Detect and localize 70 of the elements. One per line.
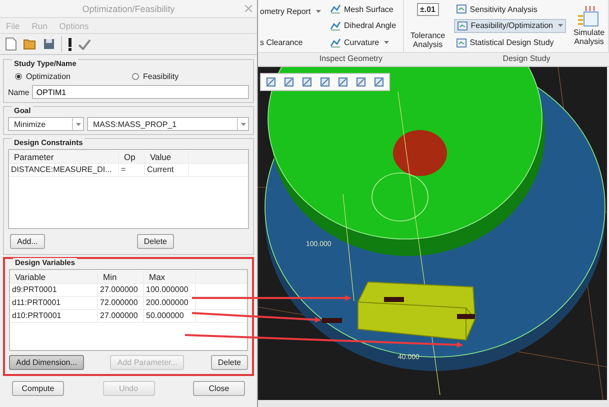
ribbon-item[interactable]: Dihedral Angle [328,18,398,33]
analysis-icon [456,4,467,14]
ribbon-item[interactable]: Statistical Design Study [454,36,566,50]
table-cell: d9:PRT0001 [10,284,98,296]
table-cell: d10:PRT0001 [10,310,98,322]
exclamation-icon[interactable] [68,38,72,50]
ribbon-item[interactable]: ometry Report [258,4,328,18]
analysis-icon [330,20,341,31]
caret-icon [76,122,80,126]
table-cell: 200.000000 [144,297,196,309]
column-header: Op [119,150,145,162]
caret-icon [240,122,246,126]
table-cell: 100.000000 [144,284,196,296]
analysis-icon [456,38,467,48]
simulate-analysis-button[interactable]: Simulate Analysis [570,0,608,52]
name-field[interactable]: OPTIM1 [32,85,249,99]
table-cell: Current [145,164,189,176]
dimension-tag [322,318,342,323]
add-dimension-button[interactable]: Add Dimension... [9,355,84,370]
caret-icon [384,41,390,44]
table-cell: 50.000000 [144,310,196,322]
analysis-icon [330,38,341,48]
open-folder-icon[interactable] [23,38,37,50]
view-tool-icon[interactable] [355,76,367,88]
tolerance-analysis-button[interactable]: ±.01 Tolerance Analysis [406,0,450,52]
target-dropdown[interactable]: MASS:MASS_PROP_1 [87,117,249,131]
save-icon[interactable] [43,38,55,50]
view-tool-icon[interactable] [301,76,313,88]
circle-outline [372,172,428,222]
column-header: Max [144,270,196,282]
ribbon-item[interactable]: Curvature [328,36,398,50]
view-tool-icon[interactable] [283,76,295,88]
goal-dropdown[interactable]: Minimize [8,117,84,131]
ribbon-group-label: Design Study [502,53,552,65]
ribbon-item[interactable]: Feasibility/Optimization [454,18,566,33]
radio-option[interactable]: Feasibility [132,70,249,82]
view-tool-icon[interactable] [373,76,385,88]
hole [393,130,447,176]
caret-icon [316,10,321,12]
column-header: Parameter [9,150,119,162]
ribbon-group-label[interactable]: Inspect Geometry [258,53,444,66]
view-tool-icon[interactable] [337,76,349,88]
checkmark-icon[interactable] [78,38,91,50]
caret-icon [558,24,563,28]
compute-button[interactable]: Compute [12,381,64,396]
table-cell: DISTANCE:MEASURE_DI... [9,164,119,176]
table-cell: 27.000000 [98,310,144,322]
delete-button[interactable]: Delete [210,355,248,370]
window-title: Optimization/Feasibility [82,4,175,14]
table-cell: 27.000000 [98,284,144,296]
column-header: Variable [10,270,98,282]
field-label: Name [8,88,30,96]
view-tool-icon[interactable] [319,76,331,88]
radio-option[interactable]: Optimization [15,70,132,82]
view-tool-icon[interactable] [265,76,277,88]
column-header: Value [145,150,189,162]
ribbon-item[interactable]: s Clearance [258,35,328,49]
add-button[interactable]: Add... [10,234,45,249]
analysis-icon [456,20,468,31]
delete-button[interactable]: Delete [136,234,174,249]
close-button[interactable]: Close [193,381,245,396]
ribbon-item[interactable]: Mesh Surface [328,2,398,16]
simulate-icon [577,6,601,28]
column-header: Min [98,270,144,282]
table-cell: 72.000000 [98,297,144,309]
table-cell: d11:PRT0001 [10,297,98,309]
analysis-icon [330,4,341,14]
ribbon-item[interactable]: Sensitivity Analysis [454,2,566,16]
table-cell: = [119,164,145,176]
new-file-icon[interactable] [5,37,17,51]
